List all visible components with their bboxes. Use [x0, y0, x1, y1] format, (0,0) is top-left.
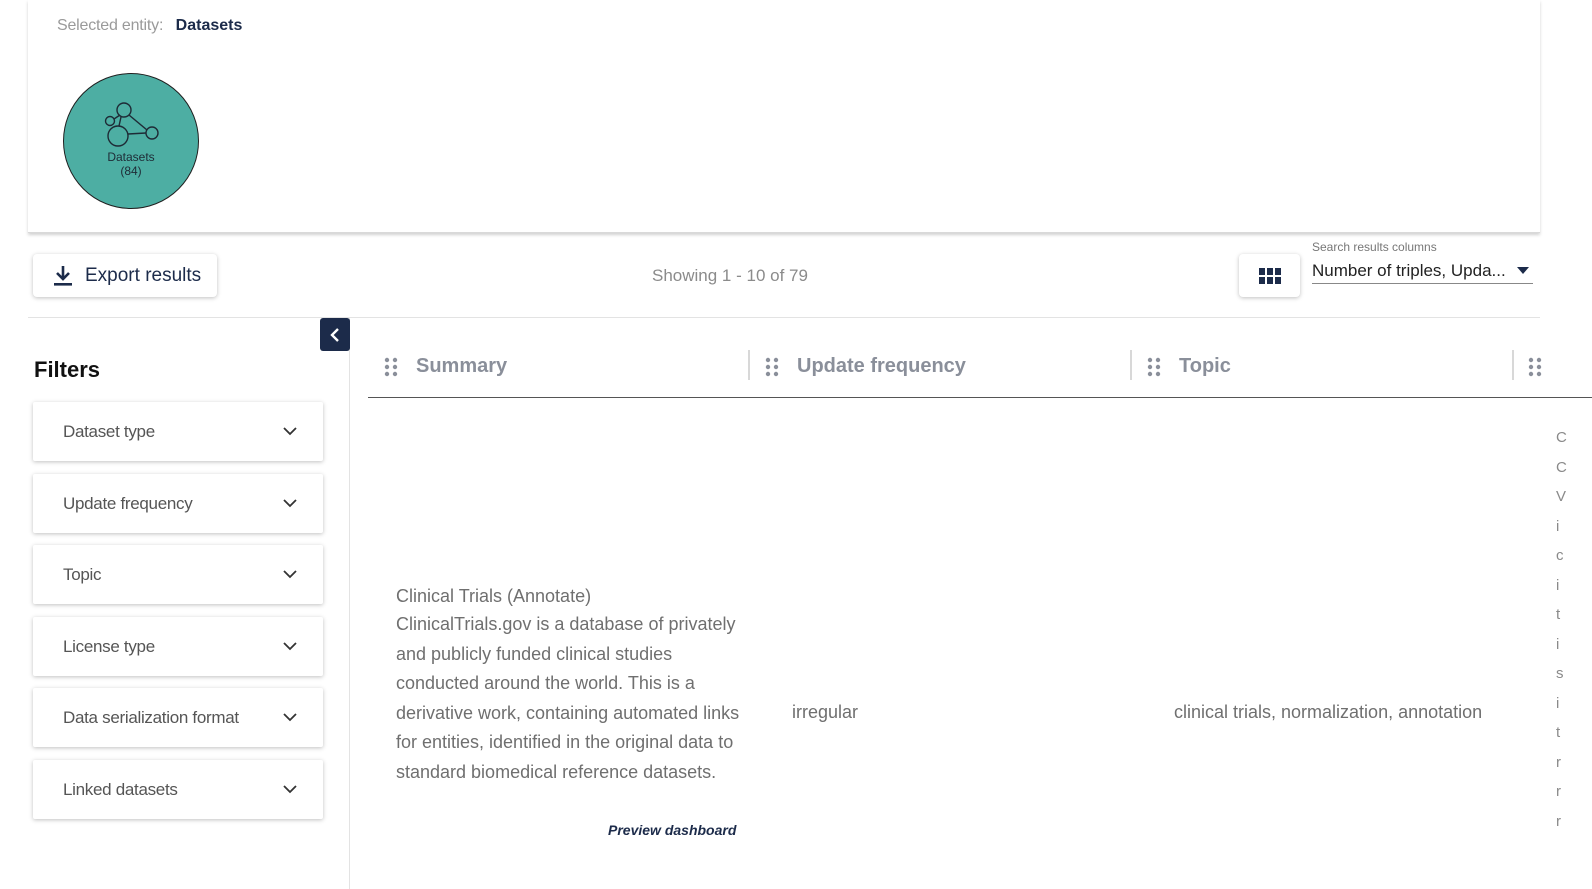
column-resizer[interactable]	[1512, 350, 1514, 380]
chevron-down-icon	[283, 642, 297, 651]
clipped-text-fragment: i	[1556, 694, 1560, 712]
clipped-text-fragment: C	[1556, 458, 1567, 476]
filters-title: Filters	[34, 357, 101, 382]
selected-entity-value: Datasets	[175, 17, 243, 34]
datasets-entity-bubble[interactable]: Datasets (84)	[63, 73, 199, 209]
grid-icon	[1258, 267, 1281, 284]
clipped-text-fragment: t	[1556, 724, 1561, 741]
filter-label: Topic	[63, 564, 102, 584]
entity-panel: Selected entity: Datasets Datasets (84)	[28, 0, 1540, 233]
filter-update-frequency[interactable]: Update frequency	[33, 474, 323, 533]
chevron-left-icon	[330, 327, 339, 342]
clipped-text-fragment: C	[1556, 429, 1567, 446]
clipped-text-fragment: V	[1556, 488, 1567, 505]
clipped-text-fragment: i	[1556, 517, 1560, 535]
table-cell-topic: clinical trials, normalization, annotati…	[1174, 702, 1483, 722]
table-cell-clipped: CCVicitisitrrr	[1556, 423, 1592, 836]
clipped-text-fragment: r	[1556, 783, 1561, 800]
chevron-down-icon	[283, 427, 297, 436]
drag-handle-icon[interactable]	[765, 357, 779, 377]
graph-network-icon	[104, 102, 159, 147]
selected-entity-label: Selected entity:	[57, 17, 164, 34]
results-table-header: Summary Update frequency Topic	[368, 335, 1592, 398]
column-resizer[interactable]	[748, 350, 750, 380]
filter-license-type[interactable]: License type	[33, 617, 323, 676]
filter-linked-datasets[interactable]: Linked datasets	[33, 760, 323, 819]
search-results-columns-select[interactable]: Search results columns Number of triples…	[1312, 240, 1533, 288]
dataset-title[interactable]: Clinical Trials (Annotate)	[396, 582, 741, 610]
chevron-down-icon	[283, 713, 297, 722]
chevron-down-icon	[283, 785, 297, 794]
filter-dataset-type[interactable]: Dataset type	[33, 402, 323, 461]
column-resizer[interactable]	[1130, 350, 1132, 380]
clipped-text-fragment: s	[1556, 665, 1564, 682]
collapse-sidebar-button[interactable]	[320, 318, 350, 351]
caret-down-icon	[1517, 267, 1529, 274]
drag-handle-icon[interactable]	[384, 357, 398, 377]
drag-handle-icon[interactable]	[1528, 357, 1542, 377]
column-title: Summary	[416, 355, 508, 377]
filter-data-serialization-format[interactable]: Data serialization format	[33, 688, 323, 747]
clipped-text-fragment: t	[1556, 606, 1561, 623]
grid-view-button[interactable]	[1239, 254, 1300, 297]
filter-label: Linked datasets	[63, 779, 178, 799]
column-header-summary[interactable]: Summary	[384, 335, 507, 398]
dataset-description: ClinicalTrials.gov is a database of priv…	[396, 614, 740, 782]
clipped-text-fragment: r	[1556, 812, 1561, 830]
table-cell-update-frequency: irregular	[792, 702, 859, 722]
column-title: Update frequency	[797, 355, 966, 377]
columns-select-caption: Search results columns	[1312, 240, 1437, 254]
drag-handle-icon[interactable]	[1147, 357, 1161, 377]
export-results-label: Export results	[85, 264, 202, 286]
column-header-clipped[interactable]	[1528, 335, 1560, 398]
filter-label: License type	[63, 636, 155, 656]
filter-label: Dataset type	[63, 421, 155, 441]
preview-dashboard-link[interactable]: Preview dashboard	[608, 822, 736, 838]
filter-topic[interactable]: Topic	[33, 545, 323, 604]
selected-entity: Selected entity: Datasets	[57, 17, 242, 35]
chevron-down-icon	[283, 570, 297, 579]
clipped-text-fragment: r	[1556, 753, 1561, 771]
column-header-update-frequency[interactable]: Update frequency	[765, 335, 966, 398]
clipped-text-fragment: c	[1556, 547, 1564, 564]
table-cell-summary: Clinical Trials (Annotate) ClinicalTrial…	[396, 582, 741, 787]
clipped-text-fragment: i	[1556, 576, 1560, 594]
filter-label: Update frequency	[63, 493, 193, 513]
columns-select-value: Number of triples, Upda...	[1312, 260, 1506, 280]
chevron-down-icon	[283, 499, 297, 508]
bubble-count: (84)	[120, 164, 142, 178]
filter-label: Data serialization format	[63, 707, 239, 727]
column-header-topic[interactable]: Topic	[1147, 335, 1231, 398]
clipped-text-fragment: i	[1556, 635, 1560, 653]
bubble-name: Datasets	[107, 150, 155, 164]
download-icon	[54, 265, 72, 286]
column-title: Topic	[1179, 355, 1231, 377]
export-results-button[interactable]: Export results	[33, 254, 217, 297]
columns-select-field[interactable]: Number of triples, Upda...	[1312, 258, 1533, 284]
results-count-text: Showing 1 - 10 of 79	[652, 266, 808, 285]
